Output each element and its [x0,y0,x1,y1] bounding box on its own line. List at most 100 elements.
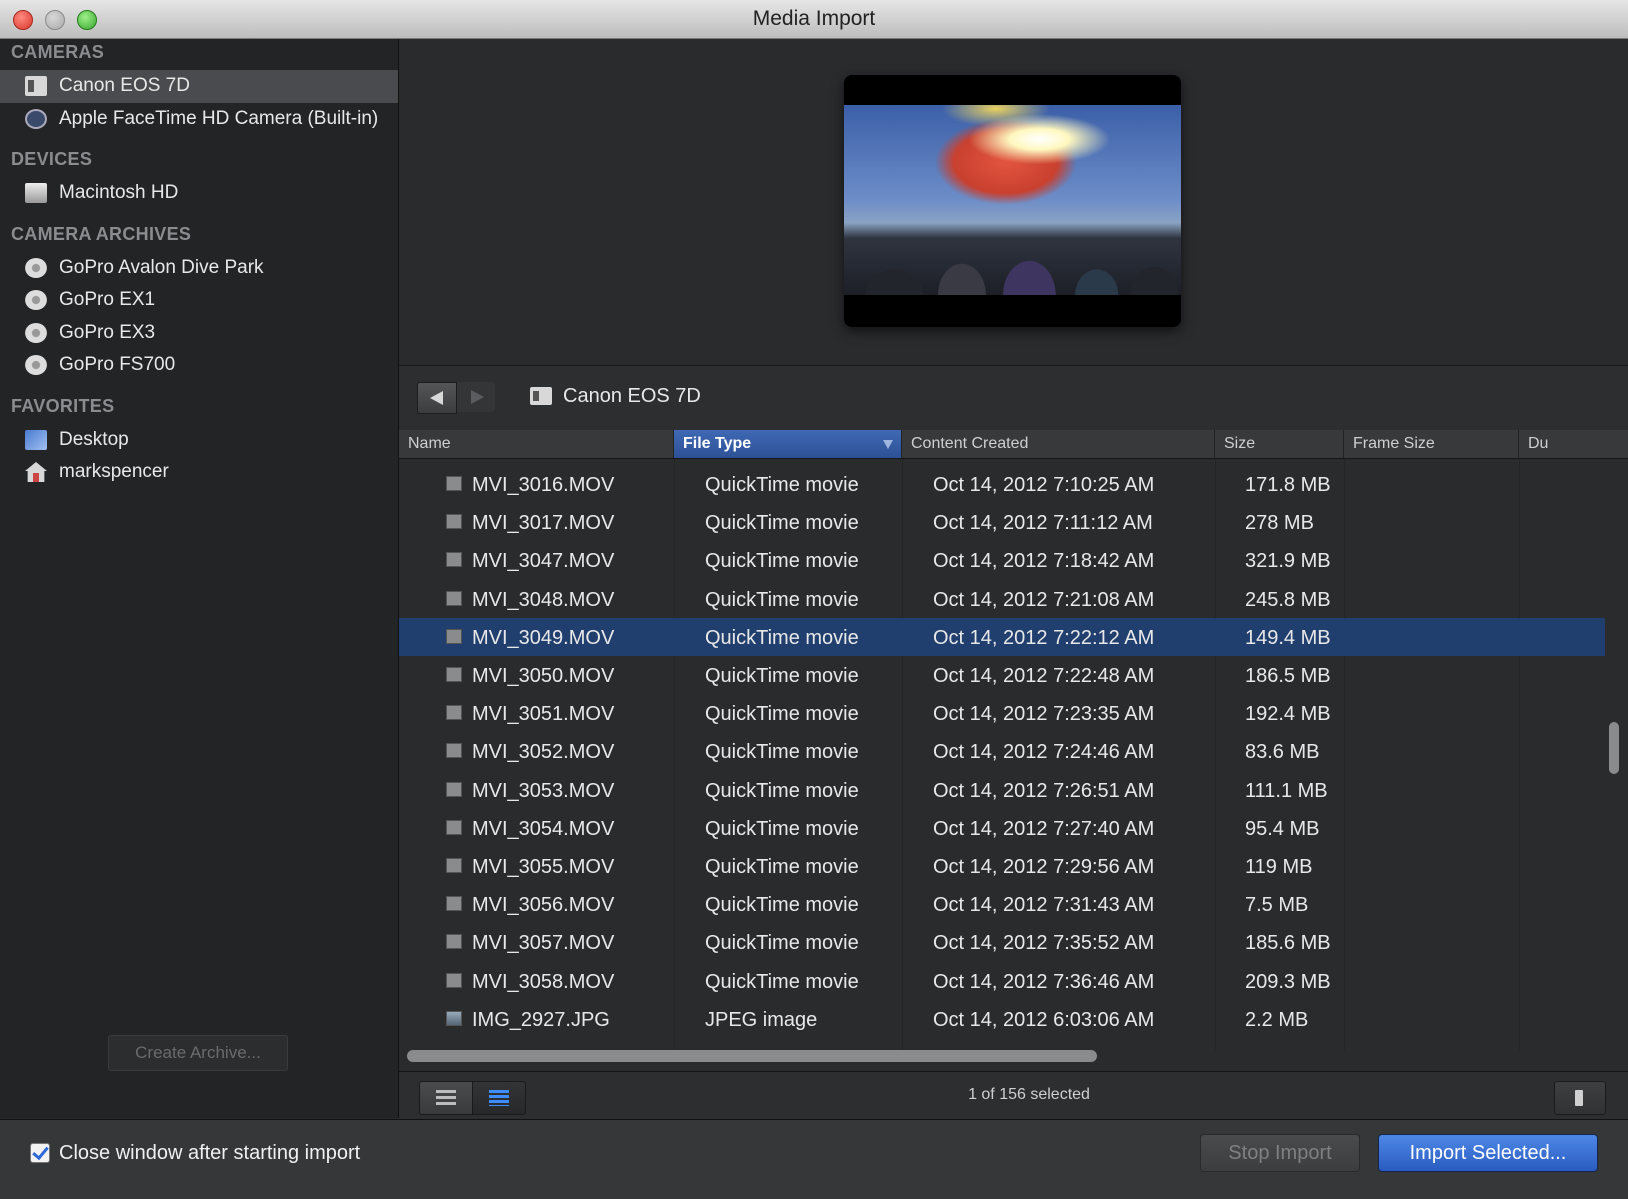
table-row[interactable]: MVI_3017.MOV QuickTime movie Oct 14, 2012 … [399,503,1605,541]
content-created-cell: Oct 14, 2012 7:27:40 AM [933,817,1155,840]
table-row[interactable]: MVI_3057.MOV QuickTime movie Oct 14, 2012 … [399,923,1605,961]
file-name-cell: MVI_3057.MOV [472,932,615,955]
file-name-cell: MVI_3056.MOV [472,894,615,917]
movie-file-icon [446,628,462,644]
sidebar: CAMERAS Canon EOS 7D Apple FaceTime HD Cam… [0,39,399,1118]
table-row[interactable]: MVI_3056.MOV QuickTime movie Oct 14, 2012 … [399,885,1605,923]
content-created-cell: Oct 14, 2012 7:11:12 AM [933,512,1153,535]
window-title: Media Import [752,7,876,30]
sidebar-item[interactable]: Apple FaceTime HD Camera (Built-in) [0,103,398,136]
forward-button[interactable] [457,382,495,412]
file-type-cell: JPEG image [705,1008,818,1031]
file-name-cell: MVI_3016.MOV [472,474,615,496]
file-name-cell: MVI_3050.MOV [472,665,615,687]
archive-icon [25,322,47,343]
movie-file-icon [446,781,462,797]
vertical-scrollbar[interactable] [1609,722,1619,774]
sidebar-item[interactable]: GoPro Avalon Dive Park [0,252,398,285]
table-header: Name File Type Content Created Size Fram… [399,430,1628,459]
sidebar-section-header: CAMERAS [11,42,105,62]
content-created-cell: Oct 14, 2012 7:18:42 AM [933,550,1155,573]
sidebar-item[interactable]: Macintosh HD [0,177,398,210]
back-button[interactable] [417,382,457,414]
sidebar-section-header: DEVICES [11,149,93,169]
file-name-cell: IMG_2927.JPG [472,1008,610,1031]
sidebar-item-label: GoPro Avalon Dive Park [59,256,264,278]
file-name-cell: MVI_3053.MOV [472,779,615,802]
sidebar-item[interactable]: GoPro EX1 [0,284,398,317]
sidebar-item[interactable]: GoPro EX3 [0,317,398,350]
file-name-cell: MVI_3047.MOV [472,550,615,573]
sidebar-item[interactable]: Desktop [0,424,398,457]
table-row[interactable]: MVI_3016.MOV QuickTime movie Oct 14, 2012 … [399,465,1605,503]
camera-icon [530,387,552,405]
table-row[interactable]: MVI_3055.MOV QuickTime movie Oct 14, 2012 … [399,847,1605,885]
browser-toolbar: 1 of 156 selected [399,1071,1628,1119]
movie-file-icon [446,514,462,530]
file-size-cell: 185.6 MB [1245,932,1331,955]
table-row[interactable]: MVI_3048.MOV QuickTime movie Oct 14, 2012 … [399,580,1605,618]
column-header-name[interactable]: Name [399,430,674,458]
file-size-cell: 192.4 MB [1245,703,1331,726]
sidebar-item[interactable]: GoPro FS700 [0,349,398,382]
horizontal-scrollbar[interactable] [407,1050,1097,1062]
table-row[interactable]: MVI_3050.MOV QuickTime movie Oct 14, 2012 … [399,656,1605,694]
movie-file-icon [446,819,462,835]
content-created-cell: Oct 14, 2012 7:31:43 AM [933,894,1155,917]
title-bar: Media Import [0,0,1628,39]
sidebar-item-label: Canon EOS 7D [59,75,190,96]
current-location-label: Canon EOS 7D [563,385,701,407]
column-header-content-created[interactable]: Content Created [902,430,1215,458]
content-created-cell: Oct 14, 2012 7:24:46 AM [933,741,1155,764]
preview-image-foreground [844,215,1181,295]
file-type-cell: QuickTime movie [705,588,859,611]
file-size-cell: 321.9 MB [1245,550,1331,573]
table-row[interactable]: MVI_3053.MOV QuickTime movie Oct 14, 2012 … [399,771,1605,809]
table-row[interactable]: MVI_3047.MOV QuickTime movie Oct 14, 2012 … [399,541,1605,579]
file-type-cell: QuickTime movie [705,932,859,955]
preview-viewer[interactable] [844,75,1181,327]
column-header-file-type-label: File Type [683,435,752,452]
file-type-cell: QuickTime movie [705,741,859,764]
stop-import-button[interactable]: Stop Import [1200,1134,1360,1172]
column-header-file-type[interactable]: File Type [674,430,902,458]
content-created-cell: Oct 14, 2012 7:22:12 AM [933,626,1155,649]
movie-file-icon [446,476,462,491]
close-window-checkbox[interactable] [30,1143,50,1163]
table-row[interactable]: MVI_3058.MOV QuickTime movie Oct 14, 2012 … [399,962,1605,1000]
file-name-cell: MVI_3049.MOV [472,626,615,649]
movie-file-icon [446,896,462,912]
sidebar-item[interactable]: Canon EOS 7D [0,70,398,103]
column-header-frame-size[interactable]: Frame Size [1344,430,1519,458]
import-selected-button[interactable]: Import Selected... [1378,1134,1598,1172]
sidebar-item[interactable]: markspencer [0,456,398,489]
file-type-cell: QuickTime movie [705,512,859,535]
content-created-cell: Oct 14, 2012 7:36:46 AM [933,970,1155,993]
file-size-cell: 209.3 MB [1245,970,1331,993]
movie-file-icon [446,858,462,873]
movie-file-icon [446,705,462,721]
file-type-cell: QuickTime movie [705,817,859,840]
column-header-duration[interactable]: Du [1519,430,1628,458]
file-size-cell: 83.6 MB [1245,741,1320,764]
table-row[interactable]: IMG_2927.JPG JPEG image Oct 14, 2012 6:03:… [399,1000,1605,1038]
close-window-label[interactable]: Close window after starting import [59,1142,360,1165]
sidebar-item-label: markspencer [59,461,169,482]
movie-file-icon [446,667,462,682]
file-type-cell: QuickTime movie [705,779,859,802]
table-row[interactable]: MVI_3049.MOV QuickTime movie Oct 14, 2012 … [399,617,1605,656]
file-name-cell: MVI_3048.MOV [472,588,615,611]
column-header-size[interactable]: Size [1215,430,1344,458]
table-row[interactable]: MVI_3051.MOV QuickTime movie Oct 14, 2012 … [399,694,1605,732]
file-type-cell: QuickTime movie [705,474,859,496]
clip-appearance-button[interactable] [1554,1081,1606,1115]
hard-disk-icon [25,183,47,203]
file-size-cell: 245.8 MB [1245,588,1331,611]
table-row[interactable]: MVI_3052.MOV QuickTime movie Oct 14, 2012 … [399,732,1605,770]
movie-file-icon [446,972,462,988]
preview-area [399,39,1628,365]
create-archive-button[interactable]: Create Archive... [108,1035,288,1071]
file-type-cell: QuickTime movie [705,856,859,878]
archive-icon [25,257,47,278]
table-row[interactable]: MVI_3054.MOV QuickTime movie Oct 14, 2012 … [399,809,1605,847]
